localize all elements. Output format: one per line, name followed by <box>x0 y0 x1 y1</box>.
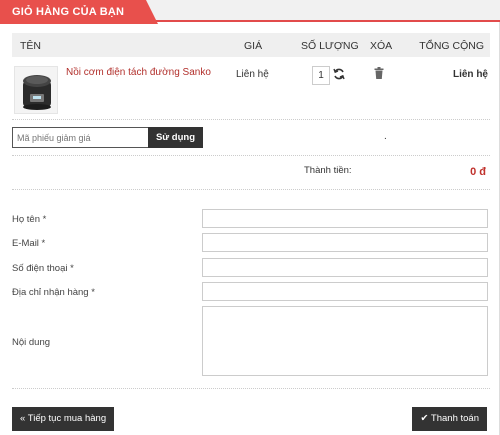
address-field[interactable] <box>202 282 488 301</box>
divider <box>12 388 490 389</box>
coupon-row: Sử dụng . <box>12 122 490 156</box>
double-chevron-left-icon: « <box>20 413 26 424</box>
apply-coupon-button[interactable]: Sử dụng <box>148 127 203 148</box>
check-icon: ✔ <box>420 413 429 424</box>
subtotal-row: Thành tiền: 0 đ <box>12 158 490 190</box>
email-label: E-Mail * <box>12 238 46 249</box>
address-label: Địa chỉ nhận hàng * <box>12 287 95 298</box>
phone-field[interactable] <box>202 258 488 277</box>
email-field[interactable] <box>202 233 488 252</box>
name-label: Họ tên * <box>12 214 47 225</box>
continue-shopping-label: Tiếp tục mua hàng <box>27 413 107 424</box>
product-image[interactable] <box>14 66 58 114</box>
product-price: Liên hệ <box>236 69 269 80</box>
cart-title: GIỎ HÀNG CỦA BẠN <box>0 0 158 24</box>
checkout-label: Thanh toán <box>430 413 479 424</box>
product-name-link[interactable]: Nồi cơm điện tách đường Sanko <box>66 67 211 78</box>
continue-shopping-button[interactable]: « Tiếp tục mua hàng <box>12 407 115 431</box>
coupon-note: . <box>384 131 387 142</box>
trash-icon[interactable] <box>374 67 384 79</box>
subtotal-value: 0 đ <box>470 166 486 178</box>
coupon-input[interactable] <box>12 127 148 148</box>
subtotal-label: Thành tiền: <box>304 165 352 176</box>
col-total: TỔNG CỘNG <box>419 40 484 52</box>
name-field[interactable] <box>202 209 488 228</box>
cart-panel: GIỎ HÀNG CỦA BẠN TÊN GIÁ SỐ LƯỢNG XÓA TỔ… <box>0 0 500 435</box>
product-total: Liên hệ <box>452 69 488 80</box>
content-textarea[interactable] <box>202 306 488 376</box>
refresh-icon[interactable] <box>333 67 345 81</box>
content-label: Nội dung <box>12 337 51 348</box>
quantity-input[interactable]: 1 <box>312 66 330 85</box>
col-delete: XÓA <box>370 40 393 52</box>
col-price: GIÁ <box>244 40 263 52</box>
col-name: TÊN <box>20 40 41 52</box>
col-quantity: SỐ LƯỢNG <box>301 40 359 52</box>
phone-label: Số điện thoại * <box>12 263 74 274</box>
checkout-button[interactable]: ✔ Thanh toán <box>412 407 487 431</box>
table-header: TÊN GIÁ SỐ LƯỢNG XÓA TỔNG CỘNG <box>12 33 490 57</box>
table-row: Nồi cơm điện tách đường Sanko Liên hệ 1 … <box>12 62 490 120</box>
